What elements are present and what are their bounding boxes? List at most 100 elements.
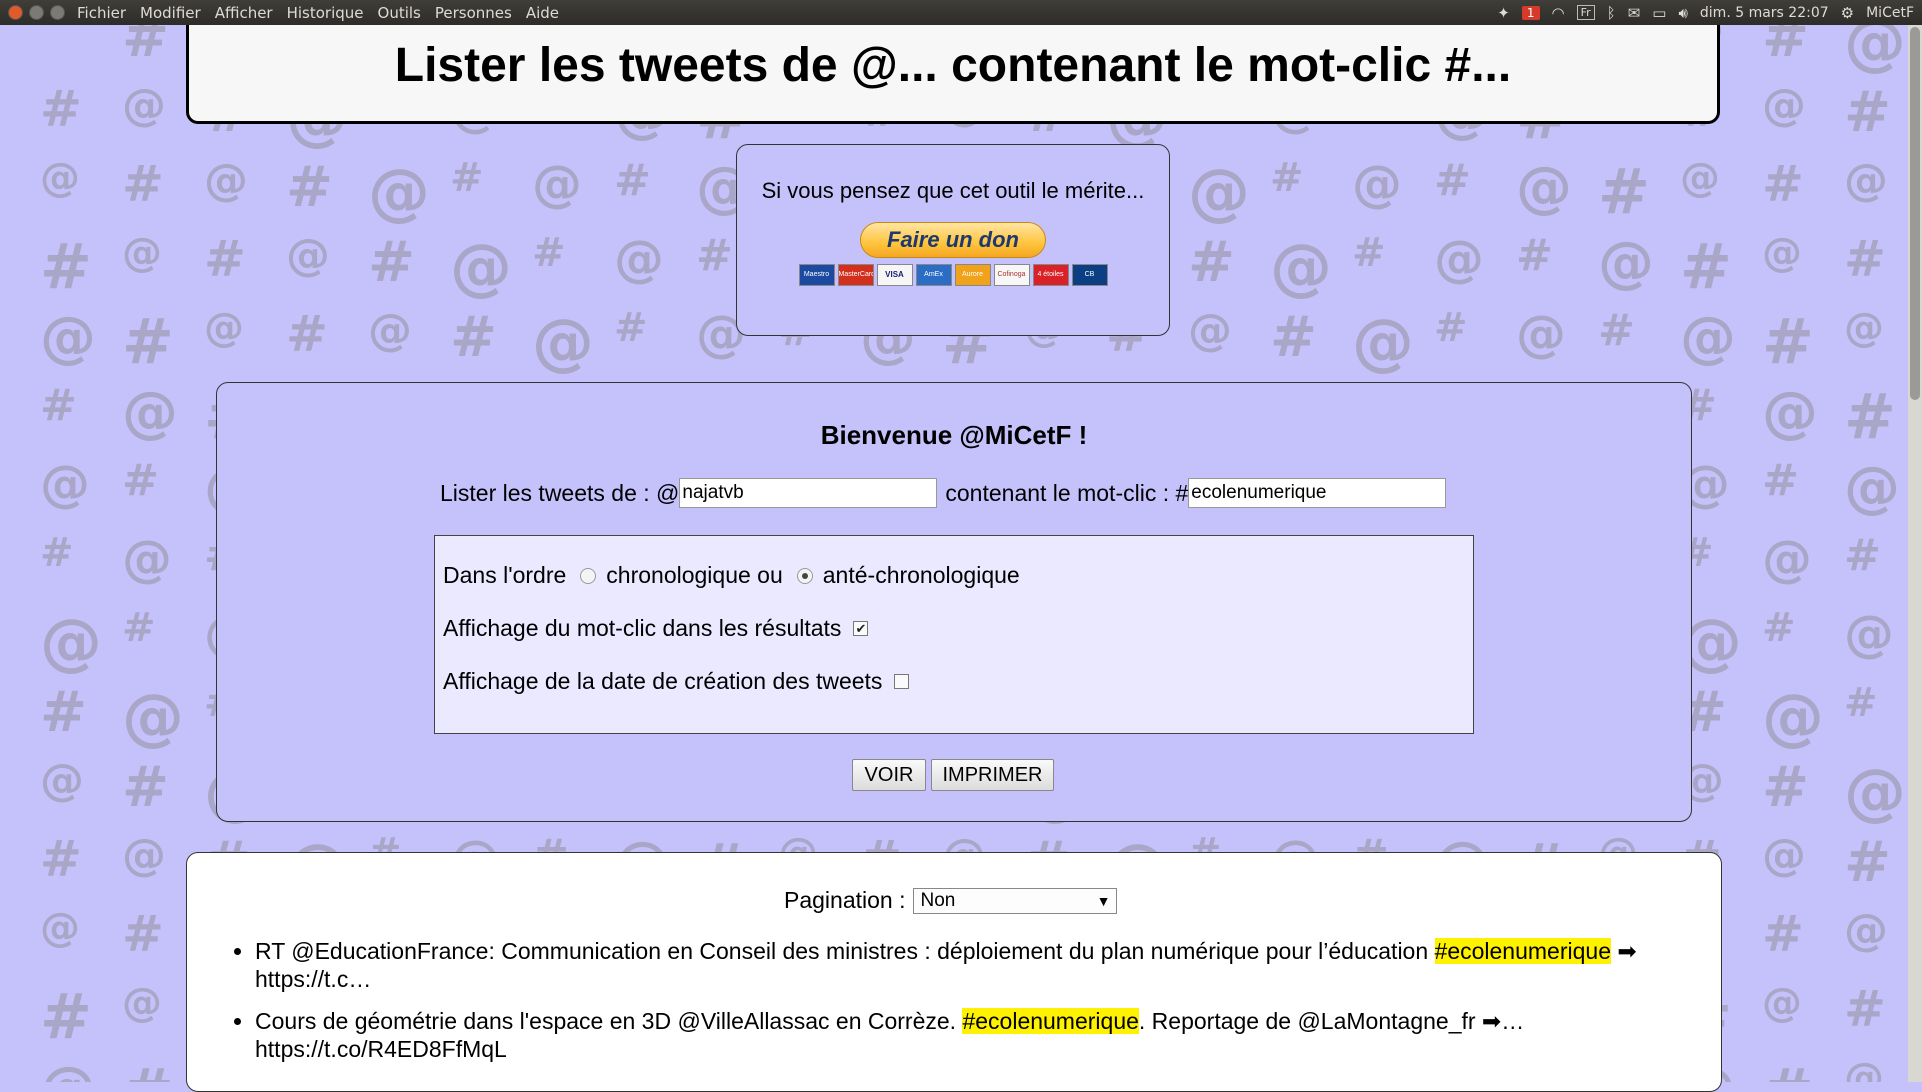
- pattern-glyph: @: [1680, 305, 1736, 370]
- tweet-text: Cours de géométrie dans l'espace en 3D @…: [255, 1008, 963, 1034]
- pattern-glyph: @: [1188, 155, 1250, 228]
- volume-icon[interactable]: 🔊︎: [1678, 4, 1687, 22]
- pattern-glyph: @: [1762, 680, 1824, 753]
- pattern-glyph: @: [40, 905, 80, 951]
- pattern-glyph: #: [122, 755, 169, 820]
- pattern-glyph: #: [1844, 380, 1896, 453]
- pattern-glyph: #: [1762, 905, 1804, 963]
- pattern-glyph: #: [1844, 230, 1886, 288]
- pattern-glyph: @: [1434, 230, 1484, 288]
- system-menu-bar: Fichier Modifier Afficher Historique Out…: [0, 0, 1922, 25]
- pattern-glyph: @: [1762, 230, 1802, 276]
- show-date-checkbox[interactable]: [894, 674, 910, 689]
- pattern-glyph: @: [122, 380, 178, 445]
- radio-reverse-chronological[interactable]: [796, 567, 813, 584]
- dropbox-icon[interactable]: ✦: [1497, 4, 1510, 22]
- pattern-glyph: #: [40, 80, 82, 138]
- battery-icon[interactable]: ▭: [1652, 4, 1666, 22]
- menu-historique[interactable]: Historique: [287, 4, 364, 22]
- title-banner: Lister les tweets de @... contenant le m…: [186, 20, 1720, 124]
- pattern-glyph: #: [1434, 305, 1468, 351]
- voir-button[interactable]: VOIR: [852, 759, 926, 791]
- menu-aide[interactable]: Aide: [526, 4, 559, 22]
- pattern-glyph: @: [1844, 1055, 1884, 1082]
- pattern-glyph: @: [368, 155, 430, 228]
- pattern-glyph: @: [1844, 155, 1888, 206]
- pattern-glyph: #: [1844, 80, 1891, 145]
- settings-gear-icon[interactable]: ⚙: [1841, 4, 1854, 22]
- pattern-glyph: @: [1844, 755, 1906, 828]
- menu-modifier[interactable]: Modifier: [140, 4, 201, 22]
- pattern-glyph: #: [122, 305, 174, 378]
- pattern-glyph: @: [1762, 980, 1802, 1026]
- pattern-glyph: #: [1352, 230, 1386, 276]
- card-cofinoga-icon: Cofinoga: [993, 264, 1030, 286]
- donate-prompt: Si vous pensez que cet outil le mérite..…: [761, 178, 1145, 203]
- pagination-label: Pagination :: [784, 887, 906, 913]
- pattern-glyph: @: [1844, 905, 1888, 956]
- pattern-glyph: @: [40, 155, 80, 201]
- username-input[interactable]: [679, 478, 938, 508]
- menu-personnes[interactable]: Personnes: [435, 4, 512, 22]
- menu-fichier[interactable]: Fichier: [77, 4, 126, 22]
- pattern-glyph: #: [122, 25, 169, 70]
- pattern-glyph: #: [614, 305, 648, 351]
- show-tag-label: Affichage du mot-clic dans les résultats: [443, 615, 842, 641]
- tweet-hashtag[interactable]: #ecolenumerique: [1434, 938, 1611, 964]
- pattern-glyph: @: [1352, 305, 1414, 378]
- pattern-glyph: #: [122, 455, 159, 506]
- bluetooth-icon[interactable]: ᛒ: [1607, 4, 1616, 22]
- pattern-glyph: #: [40, 530, 74, 576]
- hashtag-input[interactable]: [1188, 478, 1447, 508]
- card-amex-icon: AmEx: [915, 264, 952, 286]
- pattern-glyph: @: [1762, 830, 1806, 881]
- donate-button[interactable]: Faire un don: [860, 222, 1046, 258]
- pattern-glyph: @: [1516, 305, 1566, 363]
- options-box: Dans l'ordre chronologique ou anté-chron…: [434, 535, 1474, 734]
- order-option-chronological: chronologique ou: [606, 562, 783, 588]
- pagination-select[interactable]: Non ▼: [913, 887, 1118, 914]
- show-date-row: Affichage de la date de création des twe…: [443, 668, 910, 695]
- pattern-glyph: #: [1270, 155, 1304, 201]
- pattern-glyph: @: [1844, 605, 1894, 663]
- keyboard-layout-indicator[interactable]: Fr: [1576, 5, 1595, 20]
- pattern-glyph: @: [1844, 455, 1900, 520]
- menu-afficher[interactable]: Afficher: [215, 4, 273, 22]
- pattern-glyph: #: [1762, 155, 1804, 213]
- mail-icon[interactable]: ✉: [1628, 4, 1641, 22]
- pattern-glyph: @: [1516, 155, 1572, 220]
- pattern-glyph: #: [1762, 1055, 1814, 1082]
- tweet-hashtag[interactable]: #ecolenumerique: [962, 1008, 1139, 1034]
- pattern-glyph: #: [1844, 980, 1886, 1038]
- card-aurore-icon: Aurore: [954, 264, 991, 286]
- pattern-glyph: @: [532, 155, 582, 213]
- show-date-label: Affichage de la date de création des twe…: [443, 668, 883, 694]
- pattern-glyph: #: [122, 1055, 174, 1082]
- pagination-row: Pagination : Non ▼: [784, 887, 1118, 914]
- menu-outils[interactable]: Outils: [378, 4, 421, 22]
- card-visa-icon: VISA: [876, 264, 913, 286]
- maximize-window-icon[interactable]: [50, 5, 65, 20]
- pattern-glyph: @: [122, 980, 162, 1026]
- show-tag-checkbox[interactable]: ✔: [853, 621, 869, 636]
- app-menu: Fichier Modifier Afficher Historique Out…: [77, 4, 573, 22]
- pattern-glyph: #: [450, 155, 484, 201]
- user-name[interactable]: MiCetF: [1866, 5, 1914, 21]
- imprimer-button[interactable]: IMPRIMER: [931, 759, 1054, 791]
- pattern-glyph: #: [122, 155, 164, 213]
- clock[interactable]: dim. 5 mars 22:07: [1700, 5, 1829, 21]
- pattern-glyph: #: [40, 830, 82, 888]
- close-window-icon[interactable]: [8, 5, 23, 20]
- card-maestro-icon: Maestro: [798, 264, 835, 286]
- pattern-glyph: @: [1352, 155, 1402, 213]
- pattern-glyph: @: [40, 1055, 96, 1082]
- wifi-icon[interactable]: ◠: [1552, 4, 1565, 22]
- pattern-glyph: @: [40, 605, 102, 678]
- scrollbar-thumb[interactable]: [1910, 27, 1920, 400]
- pattern-glyph: #: [1598, 155, 1650, 228]
- pattern-glyph: #: [122, 605, 156, 651]
- pattern-glyph: @: [40, 455, 90, 513]
- notification-badge[interactable]: 1: [1521, 5, 1540, 20]
- minimize-window-icon[interactable]: [29, 5, 44, 20]
- radio-chronological[interactable]: [580, 567, 597, 584]
